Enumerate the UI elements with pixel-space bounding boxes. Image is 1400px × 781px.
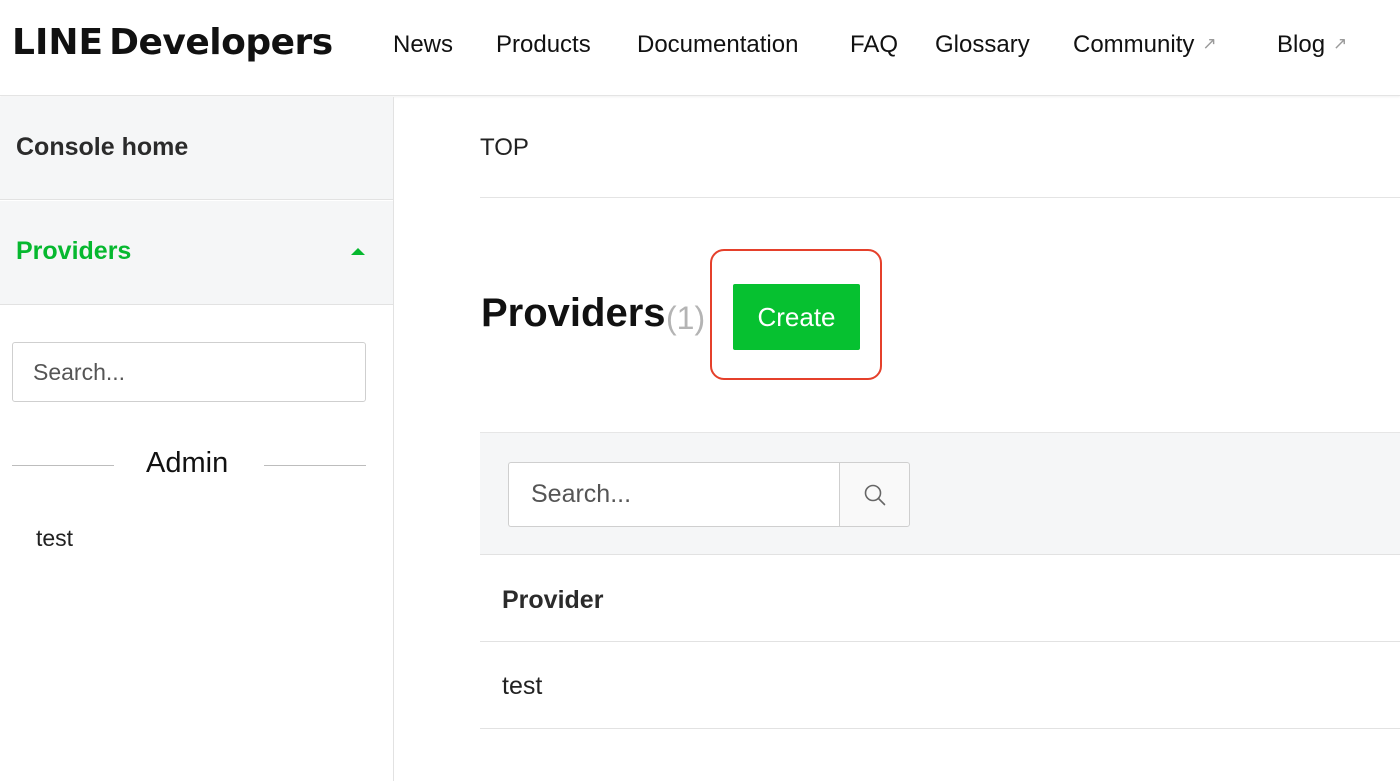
nav-community-label: Community	[1073, 31, 1195, 58]
nav-community[interactable]: Community ↗	[1073, 31, 1217, 59]
breadcrumb[interactable]: TOP	[480, 134, 529, 162]
search-icon	[864, 484, 886, 506]
external-link-icon: ↗	[1333, 34, 1348, 53]
table-header-provider: Provider	[502, 586, 604, 614]
nav-blog[interactable]: Blog ↗	[1277, 31, 1347, 59]
sidebar-search-input[interactable]	[12, 342, 366, 402]
create-button[interactable]: Create	[733, 284, 860, 350]
sidebar-item-test[interactable]: test	[36, 525, 73, 552]
sidebar-console-home[interactable]: Console home	[0, 97, 393, 200]
line-developers-logo[interactable]: LINE Developers	[12, 22, 333, 63]
provider-search-input[interactable]	[508, 462, 840, 527]
nav-faq[interactable]: FAQ	[850, 31, 898, 59]
provider-count: (1)	[666, 300, 706, 336]
sidebar-providers-toggle[interactable]: Providers	[0, 201, 393, 305]
sidebar-providers-label: Providers	[16, 237, 132, 265]
search-button[interactable]	[839, 462, 910, 527]
breadcrumb-divider	[480, 197, 1400, 198]
section-divider-left	[12, 465, 114, 466]
sidebar-console-home-label: Console home	[16, 133, 189, 161]
nav-blog-label: Blog	[1277, 31, 1326, 58]
sidebar: Console home Providers Admin test	[0, 97, 394, 781]
logo-brand: LINE	[12, 22, 104, 63]
sidebar-section-admin: Admin	[146, 447, 229, 479]
section-divider-right	[264, 465, 366, 466]
table-row[interactable]: test	[502, 672, 542, 701]
nav-products[interactable]: Products	[496, 31, 591, 59]
table-row-divider	[480, 728, 1400, 729]
table-header-divider	[480, 641, 1400, 642]
logo-suffix: Developers	[109, 22, 333, 63]
nav-documentation[interactable]: Documentation	[637, 31, 798, 59]
external-link-icon: ↗	[1202, 34, 1217, 53]
caret-up-icon	[351, 248, 365, 255]
top-header: LINE Developers News Products Documentati…	[0, 0, 1400, 96]
nav-news[interactable]: News	[393, 31, 453, 59]
page-title: Providers	[481, 291, 666, 335]
nav-glossary[interactable]: Glossary	[935, 31, 1030, 59]
